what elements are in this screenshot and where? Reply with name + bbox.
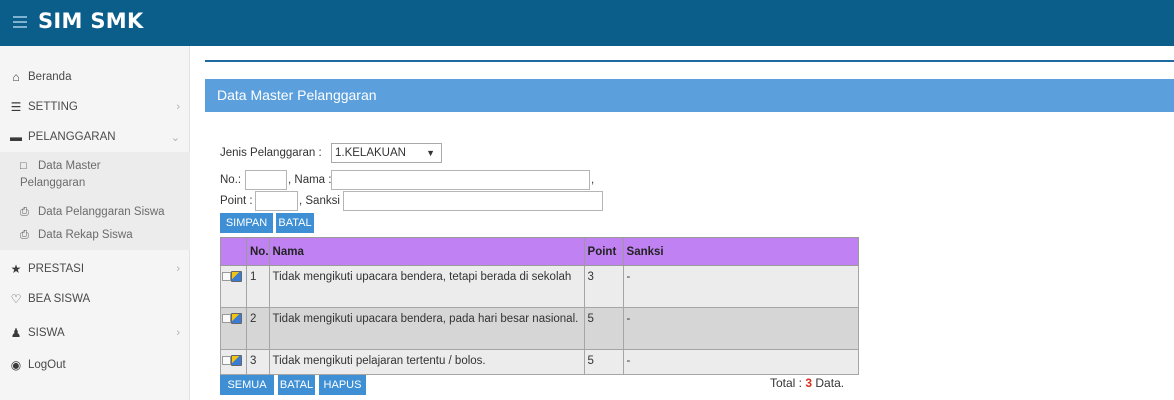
row-nama: Tidak mengikuti pelajaran tertentu / bol… [268,349,585,375]
point-label: Point : [220,195,253,207]
row-sanksi: - [622,265,860,308]
sidebar-item-label: LogOut [28,359,66,371]
table-header-row: No. Nama Point Sanksi [220,237,860,266]
simpan-button[interactable]: SIMPAN [220,213,273,233]
nama-column-header: Nama [268,237,585,266]
jenis-pelanggaran-value: 1.KELAKUAN [335,147,406,159]
row-point: 5 [583,307,624,350]
sidebar-item-siswa[interactable]: ♟ SISWA › [0,318,190,348]
hapus-button[interactable]: HAPUS [319,375,366,395]
sidebar-item-label: PELANGGARAN [28,131,116,143]
edit-icon[interactable] [231,313,242,325]
content-divider [205,60,1174,62]
table-row: 3 Tidak mengikuti pelajaran tertentu / b… [220,349,860,375]
row-nama: Tidak mengikuti upacara bendera, pada ha… [268,307,585,350]
row-sanksi: - [622,349,860,375]
row-checkbox[interactable] [222,356,231,366]
no-input[interactable] [245,170,287,190]
total-number: 3 [805,376,813,390]
row-nama: Tidak mengikuti upacara bendera, tetapi … [268,265,585,308]
row-no: 1 [246,265,270,308]
sidebar-item-label: SETTING [28,101,78,113]
print-icon: ⎙ [20,229,29,241]
semua-button[interactable]: SEMUA [220,375,274,395]
total-prefix: Total : [770,376,803,390]
row-actions [220,265,247,308]
batal-button[interactable]: BATAL [276,213,314,233]
sidebar-item-label: PRESTASI [28,263,85,275]
page-title: Data Master Pelanggaran [205,79,1174,112]
jenis-pelanggaran-select[interactable]: 1.KELAKUAN ▼ [331,143,442,163]
sidebar-submenu-pelanggaran: □ Data Master Pelanggaran ⎙ Data Pelanggar… [0,152,190,250]
row-checkbox[interactable] [222,314,231,324]
home-icon: ⌂ [12,70,20,84]
row-no: 3 [246,349,270,375]
nama-label: , Nama : [288,174,332,186]
sidebar-subitem-label: Pelanggaran [20,177,86,189]
sidebar-item-setting[interactable]: ☰ SETTING › [0,92,190,122]
pelanggaran-table: No. Nama Point Sanksi 1 Tidak mengikuti … [220,237,860,375]
nama-input[interactable] [331,170,590,190]
sidebar-subitem-label: Data Master [38,160,101,172]
top-navbar: SIM SMK [0,0,1174,46]
row-sanksi: - [622,307,860,350]
sidebar-subitem-label: Data Pelanggaran Siswa [38,206,165,218]
row-checkbox[interactable] [222,272,231,282]
edit-icon[interactable] [231,355,242,367]
chevron-right-icon: › [176,263,180,275]
point-input[interactable] [255,191,298,211]
total-suffix: Data. [815,376,845,390]
point-column-header: Point [583,237,624,266]
power-icon: ◉ [10,358,22,372]
list-icon: ☰ [10,100,22,114]
chevron-right-icon: › [176,327,180,339]
total-count: Total : 3 Data. [770,376,844,390]
app-brand[interactable]: SIM SMK [38,9,144,33]
sidebar-subitem-data-pelanggaran-siswa[interactable]: ⎙ Data Pelanggaran Siswa [20,204,165,221]
sanksi-label: , Sanksi : [299,195,347,207]
sidebar-subitem-label: Data Rekap Siswa [38,229,133,241]
sidebar-item-pelanggaran[interactable]: ▬ PELANGGARAN ⌄ [0,122,190,152]
no-label: No.: [220,174,242,186]
no-column-header: No. [246,237,270,266]
sidebar-subitem-data-master[interactable]: □ Data Master Pelanggaran [20,158,101,192]
folder-icon: □ [20,160,27,172]
minus-square-icon: ▬ [10,130,22,144]
trailing-comma: , [591,174,595,186]
heart-icon: ♡ [10,292,22,306]
table-row: 1 Tidak mengikuti upacara bendera, tetap… [220,265,860,308]
users-icon: ♟ [10,326,22,340]
sidebar-item-bea-siswa[interactable]: ♡ BEA SISWA [0,284,190,314]
row-actions [220,349,247,375]
row-no: 2 [246,307,270,350]
jenis-pelanggaran-label: Jenis Pelanggaran : [220,147,322,159]
sidebar-item-logout[interactable]: ◉ LogOut [0,350,190,380]
sanksi-input[interactable] [343,191,603,211]
edit-icon[interactable] [231,271,242,283]
row-actions [220,307,247,350]
star-icon: ★ [10,262,22,276]
table-row: 2 Tidak mengikuti upacara bendera, pada … [220,307,860,350]
sidebar-item-label: Beranda [28,71,72,83]
sidebar-item-prestasi[interactable]: ★ PRESTASI › [0,254,190,284]
row-point: 3 [583,265,624,308]
sidebar: ⌂ Beranda ☰ SETTING › ▬ PELANGGARAN ⌄ □ D… [0,46,190,400]
sidebar-item-label: BEA SISWA [28,293,91,305]
footer-batal-button[interactable]: BATAL [278,375,315,395]
dropdown-arrow-icon: ▼ [426,148,435,158]
sidebar-subitem-data-rekap-siswa[interactable]: ⎙ Data Rekap Siswa [20,227,133,244]
select-column-header [220,237,247,266]
sidebar-item-beranda[interactable]: ⌂ Beranda [0,62,190,92]
sidebar-item-label: SISWA [28,327,65,339]
print-icon: ⎙ [20,206,29,218]
sanksi-column-header: Sanksi [622,237,860,266]
menu-toggle-icon[interactable] [13,13,27,31]
chevron-down-icon: ⌄ [170,131,180,144]
row-point: 5 [583,349,624,375]
chevron-right-icon: › [176,101,180,113]
